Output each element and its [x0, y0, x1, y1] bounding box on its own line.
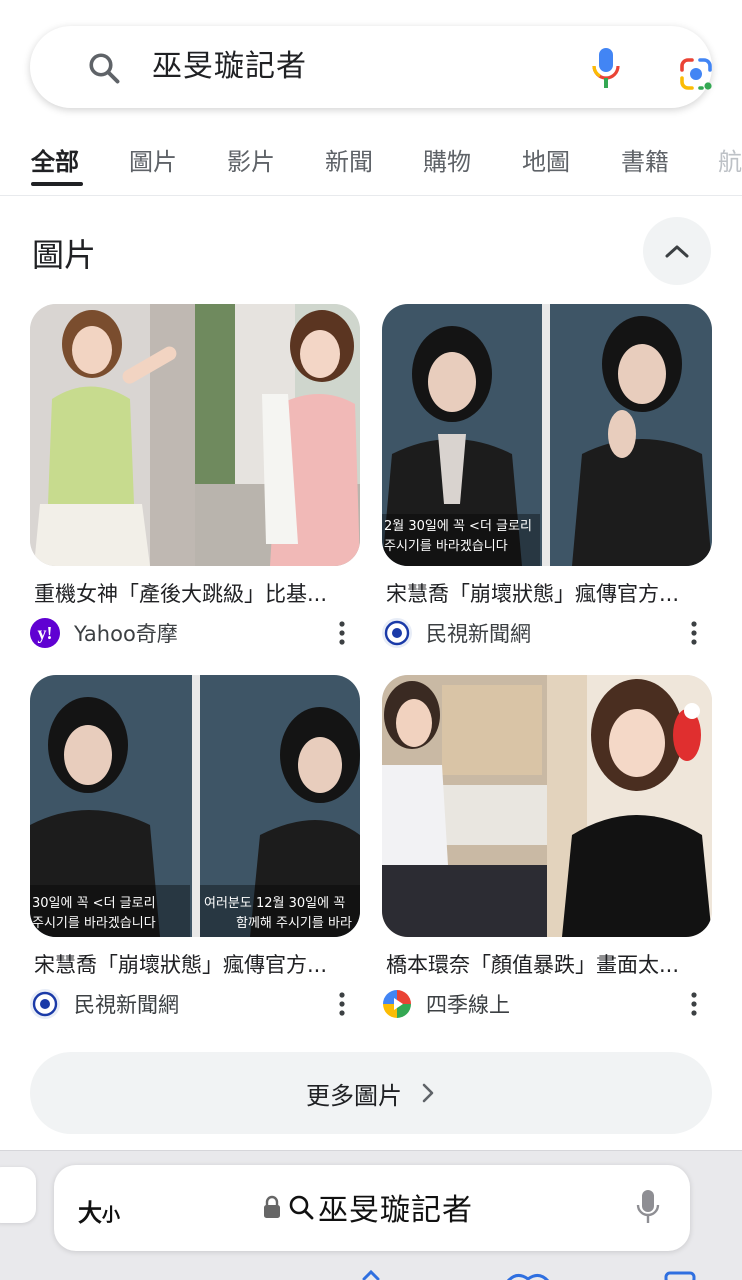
browser-toolbar: 大小 巫旻璇記者	[0, 1150, 742, 1280]
image-source[interactable]: y! Yahoo奇摩	[30, 616, 360, 650]
share-icon[interactable]	[356, 1269, 386, 1280]
overlay-caption: 여러분도 12월 30일에 꼭	[204, 896, 345, 911]
image-title[interactable]: 宋慧喬「崩壞狀態」瘋傳官方...	[34, 949, 364, 979]
tab-images[interactable]: 圖片	[129, 142, 177, 177]
search-icon	[289, 1195, 314, 1220]
image-thumbnail[interactable]	[382, 675, 712, 937]
source-name: 民視新聞網	[74, 993, 179, 1017]
divider	[0, 195, 742, 196]
tab-all[interactable]: 全部	[31, 142, 79, 177]
lock-icon	[264, 1195, 280, 1218]
image-result-card[interactable]: 30일에 꼭 <더 글로리 주시기를 바라겠습니다 여러분도 12월 30일에 …	[30, 675, 360, 1019]
address-text: 巫旻璇記者	[318, 1193, 473, 1228]
more-images-label: 更多圖片	[306, 1081, 402, 1110]
overlay-caption: 2월 30일에 꼭 <더 글로리	[384, 519, 532, 534]
address-bar[interactable]: 大小 巫旻璇記者	[54, 1165, 690, 1251]
google-lens-icon[interactable]	[676, 54, 716, 94]
source-name: Yahoo奇摩	[74, 622, 178, 646]
source-name: 四季線上	[426, 993, 510, 1017]
search-bar[interactable]: 巫旻璇記者	[30, 26, 712, 108]
image-source[interactable]: 民視新聞網	[30, 987, 360, 1021]
text-size-button[interactable]: 大小	[78, 1193, 120, 1228]
image-title[interactable]: 橋本環奈「顏值暴跌」畫面太...	[386, 949, 716, 979]
overlay-caption: 주시기를 바라겠습니다	[384, 539, 508, 554]
text-size-small: 小	[102, 1205, 120, 1226]
more-options-icon[interactable]	[334, 620, 350, 646]
image-result-card[interactable]: 2월 30일에 꼭 <더 글로리 주시기를 바라겠습니다 宋慧喬「崩壞狀態」瘋傳…	[382, 304, 712, 648]
collapse-button[interactable]	[643, 217, 711, 285]
search-query[interactable]: 巫旻璇記者	[152, 48, 307, 86]
image-title[interactable]: 宋慧喬「崩壞狀態」瘋傳官方...	[386, 578, 716, 608]
image-source[interactable]: 民視新聞網	[382, 616, 712, 650]
tab-videos[interactable]: 影片	[227, 142, 275, 177]
yahoo-icon: y!	[30, 618, 60, 648]
tab-news[interactable]: 新聞	[325, 142, 373, 177]
chevron-right-icon	[422, 1083, 434, 1103]
active-tab-indicator	[31, 182, 83, 186]
overlay-caption: 30일에 꼭 <더 글로리	[32, 896, 156, 911]
image-thumbnail[interactable]: 2월 30일에 꼭 <더 글로리 주시기를 바라겠습니다	[382, 304, 712, 566]
tab-maps[interactable]: 地圖	[522, 142, 570, 177]
overlay-caption: 주시기를 바라겠습니다	[32, 916, 156, 931]
tab-books[interactable]: 書籍	[621, 142, 669, 177]
more-options-icon[interactable]	[334, 991, 350, 1017]
image-result-card[interactable]: 重機女神「產後大跳級」比基... y! Yahoo奇摩	[30, 304, 360, 648]
microphone-icon[interactable]	[636, 1189, 660, 1225]
tab-flights[interactable]: 航	[718, 142, 742, 177]
source-name: 民視新聞網	[426, 622, 531, 646]
4gtv-icon	[382, 989, 412, 1019]
search-icon	[89, 53, 120, 84]
tab-shopping[interactable]: 購物	[423, 142, 471, 177]
more-options-icon[interactable]	[686, 991, 702, 1017]
address-center[interactable]: 巫旻璇記者	[262, 1187, 473, 1228]
chevron-up-icon	[665, 245, 689, 258]
bookmarks-icon[interactable]	[506, 1269, 550, 1280]
text-size-label: 大	[78, 1199, 102, 1227]
image-thumbnail[interactable]	[30, 304, 360, 566]
section-title: 圖片	[32, 236, 97, 274]
tabs-icon[interactable]	[664, 1269, 696, 1280]
image-title[interactable]: 重機女神「產後大跳級」比基...	[34, 578, 364, 608]
more-options-icon[interactable]	[686, 620, 702, 646]
voice-search-icon[interactable]	[590, 46, 622, 92]
image-result-card[interactable]: 橋本環奈「顏值暴跌」畫面太... 四季線上	[382, 675, 712, 1018]
search-tabs: 全部 圖片 影片 新聞 購物 地圖 書籍 航	[0, 132, 742, 194]
more-images-button[interactable]: 更多圖片	[30, 1052, 712, 1134]
overlay-caption: 함께해 주시기를 바라	[236, 916, 352, 931]
image-thumbnail[interactable]: 30일에 꼭 <더 글로리 주시기를 바라겠습니다 여러분도 12월 30일에 …	[30, 675, 360, 937]
ftv-icon	[30, 989, 60, 1019]
image-source[interactable]: 四季線上	[382, 987, 712, 1021]
ftv-icon	[382, 618, 412, 648]
previous-tab-preview[interactable]	[0, 1167, 36, 1223]
